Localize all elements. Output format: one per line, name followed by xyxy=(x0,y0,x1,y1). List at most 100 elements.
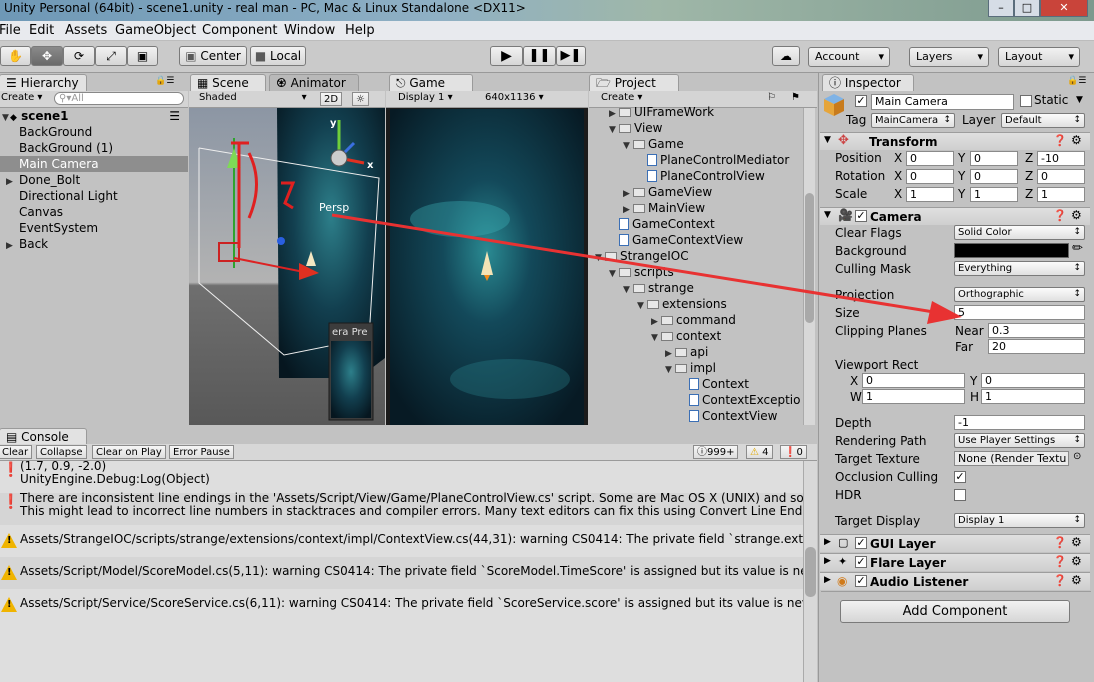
console-collapse-button[interactable]: Collapse xyxy=(36,445,87,459)
project-item[interactable]: ContextException xyxy=(679,392,801,408)
play-button[interactable]: ▶ xyxy=(490,46,523,66)
project-item[interactable]: ▶ api xyxy=(665,344,708,360)
hierarchy-item-eventsystem[interactable]: EventSystem xyxy=(0,220,188,236)
gear-icon[interactable]: ⚙ xyxy=(1071,573,1082,587)
project-item[interactable]: GameContextView xyxy=(609,232,743,248)
menu-assets[interactable]: Assets xyxy=(65,23,107,38)
background-color-swatch[interactable] xyxy=(954,243,1069,258)
active-checkbox[interactable]: ✓ xyxy=(855,95,867,107)
gear-icon[interactable]: ⚙ xyxy=(1071,554,1082,568)
rotation-y-field[interactable]: 0 xyxy=(970,169,1018,184)
rect-tool-icon[interactable]: ▣ xyxy=(127,46,158,66)
project-item[interactable]: PlaneControlMediator xyxy=(637,152,789,168)
gui-layer-checkbox[interactable]: ✓ xyxy=(855,537,867,549)
hierarchy-item-background[interactable]: BackGround xyxy=(0,124,188,140)
resolution-dropdown[interactable]: 640x1136 ▾ xyxy=(485,92,544,103)
project-item[interactable]: GameContext xyxy=(609,216,715,232)
filter-icon[interactable]: ⚐ xyxy=(767,92,776,103)
hdr-checkbox[interactable] xyxy=(954,489,966,501)
tab-animator[interactable]: ♼ Animator xyxy=(269,74,359,91)
scale-tool-icon[interactable]: ⤢ xyxy=(95,46,127,66)
culling-mask-dropdown[interactable]: Everything xyxy=(954,261,1085,276)
expanded-triangle-icon[interactable]: ▼ xyxy=(609,122,619,138)
add-component-button[interactable]: Add Component xyxy=(840,600,1070,623)
project-item[interactable]: PlaneControlView xyxy=(637,168,765,184)
warning-count-toggle[interactable]: ⚠ 4 xyxy=(746,445,773,459)
project-item[interactable]: ▶ command xyxy=(651,312,736,328)
project-item[interactable]: ▼ strange xyxy=(623,280,694,296)
depth-field[interactable]: -1 xyxy=(954,415,1085,430)
hierarchy-item-canvas[interactable]: Canvas xyxy=(0,204,188,220)
console-clear-on-play-button[interactable]: Clear on Play xyxy=(92,445,166,459)
tab-hierarchy[interactable]: ☰ Hierarchy xyxy=(0,74,87,91)
audio-listener-header[interactable]: ▶ ◉ ✓ Audio Listener ❓ ⚙ xyxy=(820,572,1090,590)
viewport-w-field[interactable]: 1 xyxy=(862,389,965,404)
menu-file[interactable]: File xyxy=(0,23,21,38)
hierarchy-item-directional-light[interactable]: Directional Light xyxy=(0,188,188,204)
console-scrollbar[interactable] xyxy=(803,461,817,682)
project-item[interactable]: ▼ impl xyxy=(665,360,716,376)
scene-viewport[interactable]: y x Persp era Pre xyxy=(189,108,385,425)
tab-scene[interactable]: ▦ Scene xyxy=(190,74,266,91)
viewport-y-field[interactable]: 0 xyxy=(981,373,1085,388)
tag-dropdown[interactable]: MainCamera xyxy=(871,113,955,128)
project-item[interactable]: ▼ context xyxy=(651,328,721,344)
minimize-button[interactable]: – xyxy=(988,0,1014,17)
project-item[interactable]: ▶ MainView xyxy=(623,200,705,216)
transform-header[interactable]: ▼ ✥ Transform ❓ ⚙ xyxy=(820,132,1090,150)
far-field[interactable]: 20 xyxy=(988,339,1085,354)
projection-dropdown[interactable]: Orthographic xyxy=(954,287,1085,302)
layout-dropdown[interactable]: Layout ▾ xyxy=(998,47,1080,67)
lock-icon[interactable]: 🔒☰ xyxy=(155,76,174,86)
hierarchy-create-button[interactable]: Create ▾ xyxy=(1,92,42,103)
rendering-path-dropdown[interactable]: Use Player Settings xyxy=(954,433,1085,448)
project-create-button[interactable]: Create ▾ xyxy=(601,92,642,103)
expanded-triangle-icon[interactable]: ▼ xyxy=(623,138,633,154)
project-item[interactable]: ▼ Game xyxy=(623,136,684,152)
tab-console[interactable]: ▤ Console xyxy=(0,428,87,445)
help-icon[interactable]: ❓ xyxy=(1053,134,1067,147)
console-entry[interactable]: Assets/Script/Model/ScoreModel.cs(5,11):… xyxy=(0,557,803,589)
expanded-triangle-icon[interactable]: ▼ xyxy=(623,282,633,298)
position-y-field[interactable]: 0 xyxy=(970,151,1018,166)
static-checkbox[interactable] xyxy=(1020,95,1032,107)
tab-game[interactable]: ⎋ Game xyxy=(389,74,473,91)
layer-dropdown[interactable]: Default xyxy=(1001,113,1085,128)
expanded-triangle-icon[interactable]: ▼ xyxy=(665,362,675,378)
hand-tool-icon[interactable]: ✋ xyxy=(0,46,31,66)
hierarchy-item-main-camera[interactable]: Main Camera xyxy=(0,156,188,172)
gear-icon[interactable]: ⚙ xyxy=(1071,133,1082,147)
viewport-h-field[interactable]: 1 xyxy=(981,389,1085,404)
close-button[interactable]: ✕ xyxy=(1040,0,1088,17)
flare-layer-checkbox[interactable]: ✓ xyxy=(855,556,867,568)
gui-layer-header[interactable]: ▶ ▢ ✓ GUI Layer ❓ ⚙ xyxy=(820,534,1090,552)
lighting-toggle-icon[interactable]: ☼ xyxy=(352,92,369,106)
persp-label[interactable]: Persp xyxy=(319,201,349,214)
project-scroll-thumb[interactable] xyxy=(805,193,814,323)
help-icon[interactable]: ❓ xyxy=(1053,574,1067,587)
hierarchy-item-back[interactable]: ▶ Back xyxy=(0,236,188,252)
console-error-pause-button[interactable]: Error Pause xyxy=(169,445,234,459)
object-picker-icon[interactable]: ⊙ xyxy=(1073,451,1081,462)
object-name-field[interactable]: Main Camera xyxy=(871,94,1014,110)
project-item[interactable]: ▼ View xyxy=(609,120,662,136)
project-item[interactable]: ▼ extensions xyxy=(637,296,727,312)
scale-y-field[interactable]: 1 xyxy=(970,187,1018,202)
help-icon[interactable]: ❓ xyxy=(1053,209,1067,222)
project-item[interactable]: ▶ GameView xyxy=(623,184,712,200)
menu-help[interactable]: Help xyxy=(345,23,375,38)
menu-edit[interactable]: Edit xyxy=(29,23,54,38)
tab-inspector[interactable]: ⓘ Inspector xyxy=(822,74,914,91)
shading-mode-dropdown[interactable]: Shaded ▾ xyxy=(199,92,307,103)
help-icon[interactable]: ❓ xyxy=(1053,555,1067,568)
cloud-icon[interactable]: ☁ xyxy=(772,46,800,66)
game-view[interactable] xyxy=(390,109,584,425)
account-dropdown[interactable]: Account ▾ xyxy=(808,47,890,67)
pivot-center-button[interactable]: ▣ Center xyxy=(179,46,247,66)
position-z-field[interactable]: -10 xyxy=(1037,151,1085,166)
camera-enabled-checkbox[interactable]: ✓ xyxy=(855,210,867,222)
size-field[interactable]: 5 xyxy=(954,305,1085,320)
console-clear-button[interactable]: Clear xyxy=(0,445,33,459)
console-entry[interactable]: Assets/Script/Service/ScoreService.cs(6,… xyxy=(0,589,803,621)
project-scrollbar[interactable] xyxy=(803,108,815,425)
